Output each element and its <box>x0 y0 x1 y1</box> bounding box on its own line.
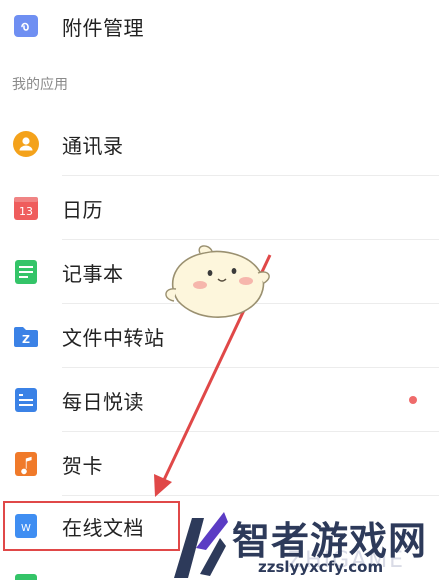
mascot-sticker-image <box>165 245 270 318</box>
daily-reading-icon <box>13 387 39 413</box>
app-item-greeting-card[interactable]: 贺卡 <box>0 432 439 496</box>
svg-text:13: 13 <box>19 205 33 218</box>
app-item-label: 贺卡 <box>62 453 103 478</box>
watermark-title: 智者游戏网 <box>232 519 428 563</box>
app-item-label: 日历 <box>62 197 103 222</box>
greeting-card-icon <box>13 451 39 477</box>
watermark: ZHIGAME 智者游戏网 zzslyyxcfy.com <box>170 508 439 580</box>
app-item-label: 通讯录 <box>62 133 124 158</box>
app-item-label: 每日悦读 <box>62 389 144 414</box>
app-item-calendar[interactable]: 13 日历 <box>0 176 439 240</box>
watermark-url: zzslyyxcfy.com <box>258 558 384 576</box>
attachment-management-label: 附件管理 <box>62 15 144 40</box>
svg-text:Z: Z <box>22 333 30 346</box>
highlight-annotation-box <box>3 501 180 551</box>
unread-badge-dot <box>409 396 417 404</box>
next-item-icon-partial <box>15 574 37 580</box>
file-transfer-icon: Z <box>13 323 39 349</box>
attachment-icon <box>13 13 39 39</box>
app-item-daily-reading[interactable]: 每日悦读 <box>0 368 439 432</box>
app-item-label: 记事本 <box>62 261 124 286</box>
calendar-icon: 13 <box>13 195 39 221</box>
app-item-contacts[interactable]: 通讯录 <box>0 112 439 176</box>
my-apps-section-header: 我的应用 <box>12 77 68 93</box>
attachment-management-item[interactable]: 附件管理 <box>0 0 439 58</box>
watermark-logo <box>174 512 228 578</box>
app-item-label: 文件中转站 <box>62 325 165 350</box>
mail-app-settings-screen: 附件管理 我的应用 通讯录 13 日历 记事本 Z 文件中转站 每日悦读 贺卡 … <box>0 0 439 580</box>
contacts-icon <box>13 131 39 157</box>
notepad-icon <box>13 259 39 285</box>
